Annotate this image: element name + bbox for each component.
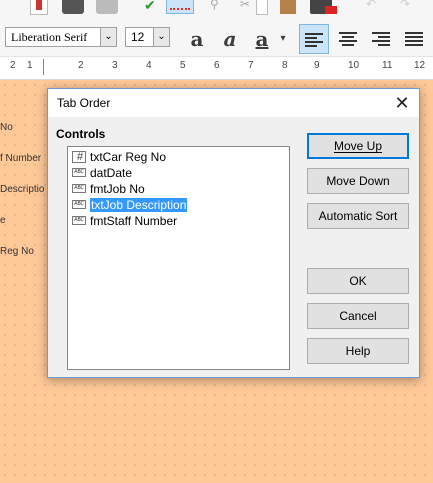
font-size-input[interactable]: 12 xyxy=(125,27,154,47)
cut-icon[interactable]: ✂ xyxy=(240,0,256,14)
ruler-number: 5 xyxy=(180,60,186,71)
align-left-icon xyxy=(305,33,323,47)
underline-icon: a xyxy=(255,27,269,51)
align-left-button[interactable] xyxy=(299,24,329,54)
underline-button[interactable]: a xyxy=(247,24,277,54)
horizontal-ruler[interactable]: 2 1 2 3 4 5 6 7 8 9 10 11 12 xyxy=(0,57,433,80)
list-item[interactable]: ABC fmtStaff Number xyxy=(72,213,177,228)
bold-button[interactable]: a xyxy=(182,24,212,54)
align-center-icon xyxy=(339,32,357,46)
help-button[interactable]: Help xyxy=(307,338,409,364)
ruler-number: 9 xyxy=(314,60,320,71)
abc-field-icon: ABC xyxy=(72,168,86,177)
abc-field-icon: ABC xyxy=(72,184,86,193)
chevron-down-icon: ⌄ xyxy=(104,31,113,42)
close-button[interactable]: ✕ xyxy=(389,91,415,115)
list-item-label: txtJob Description xyxy=(90,197,188,212)
abc-field-icon: ABC xyxy=(72,200,86,209)
ruler-margin-marker[interactable] xyxy=(43,59,44,75)
pdf-icon[interactable] xyxy=(30,0,48,15)
automatic-sort-button[interactable]: Automatic Sort xyxy=(307,203,409,229)
ruler-number: 10 xyxy=(348,60,360,71)
list-item-label: txtCar Reg No xyxy=(90,149,167,164)
find-replace-icon[interactable]: ⚲ xyxy=(210,0,226,14)
ruler-number: 12 xyxy=(414,60,426,71)
print-icon[interactable] xyxy=(62,0,84,14)
paste-icon[interactable] xyxy=(280,0,296,14)
print-preview-icon[interactable] xyxy=(96,0,118,14)
list-item-label: fmtJob No xyxy=(90,181,145,196)
chevron-down-icon: ▾ xyxy=(280,33,286,44)
form-label[interactable]: No xyxy=(0,122,13,133)
undo-icon[interactable]: ↶ xyxy=(366,0,382,14)
underline-more-button[interactable]: ▾ xyxy=(276,24,290,54)
ok-button[interactable]: OK xyxy=(307,268,409,294)
bold-icon: a xyxy=(190,27,204,51)
form-label[interactable]: Descriptio xyxy=(0,184,44,195)
list-item[interactable]: ABC datDate xyxy=(72,165,132,180)
autospellcheck-icon[interactable] xyxy=(166,0,194,14)
form-label[interactable]: f Number xyxy=(0,153,41,164)
spellcheck-icon[interactable]: ✔ xyxy=(144,0,160,14)
move-up-button[interactable]: Move Up xyxy=(307,133,409,159)
dialog-title: Tab Order xyxy=(57,96,111,110)
tab-order-dialog: Tab Order ✕ Controls # txtCar Reg No ABC… xyxy=(47,88,420,378)
controls-list[interactable]: # txtCar Reg No ABC datDate ABC fmtJob N… xyxy=(67,146,290,370)
formatting-toolbar: Liberation Serif ⌄ 12 ⌄ a a a ▾ xyxy=(0,20,433,57)
chevron-down-icon: ⌄ xyxy=(157,31,166,42)
move-down-button[interactable]: Move Down xyxy=(307,168,409,194)
controls-label: Controls xyxy=(56,127,106,141)
ruler-number: 2 xyxy=(78,60,84,71)
form-label[interactable]: e xyxy=(0,215,6,226)
form-label[interactable]: Reg No xyxy=(0,246,34,257)
font-name-dropdown-button[interactable]: ⌄ xyxy=(100,27,117,47)
list-item-label: datDate xyxy=(90,165,133,180)
ruler-number: 11 xyxy=(382,60,393,71)
copy-icon[interactable] xyxy=(256,0,268,15)
move-up-label: Move Up xyxy=(333,139,383,153)
top-toolbar: ✔ ⚲ ✂ ↶ ↷ xyxy=(0,0,433,20)
list-item-label: fmtStaff Number xyxy=(90,213,178,228)
list-item[interactable]: ABC fmtJob No xyxy=(72,181,145,196)
abc-field-icon: ABC xyxy=(72,216,86,225)
ruler-number: 8 xyxy=(282,60,288,71)
dialog-titlebar[interactable]: Tab Order ✕ xyxy=(48,89,419,117)
list-item[interactable]: # txtCar Reg No xyxy=(72,149,166,164)
justify-icon xyxy=(405,32,423,46)
ruler-number: 4 xyxy=(146,60,152,71)
close-icon: ✕ xyxy=(394,93,410,113)
ruler-number: 2 xyxy=(10,60,16,71)
italic-button[interactable]: a xyxy=(215,24,245,54)
list-item-selected[interactable]: ABC txtJob Description xyxy=(72,197,188,212)
ruler-number: 7 xyxy=(248,60,254,71)
align-center-button[interactable] xyxy=(333,24,363,54)
font-size-dropdown-button[interactable]: ⌄ xyxy=(153,27,170,47)
font-name-input[interactable]: Liberation Serif xyxy=(5,27,101,47)
cancel-button[interactable]: Cancel xyxy=(307,303,409,329)
ruler-number: 1 xyxy=(27,60,33,71)
redo-icon[interactable]: ↷ xyxy=(400,0,416,14)
car-reg-icon: # xyxy=(72,150,86,164)
align-right-icon xyxy=(372,32,390,46)
justify-button[interactable] xyxy=(399,24,429,54)
italic-icon: a xyxy=(223,27,237,51)
ruler-number: 6 xyxy=(214,60,220,71)
clear-formatting-icon[interactable] xyxy=(325,6,337,14)
align-right-button[interactable] xyxy=(366,24,396,54)
ruler-number: 3 xyxy=(112,60,118,71)
